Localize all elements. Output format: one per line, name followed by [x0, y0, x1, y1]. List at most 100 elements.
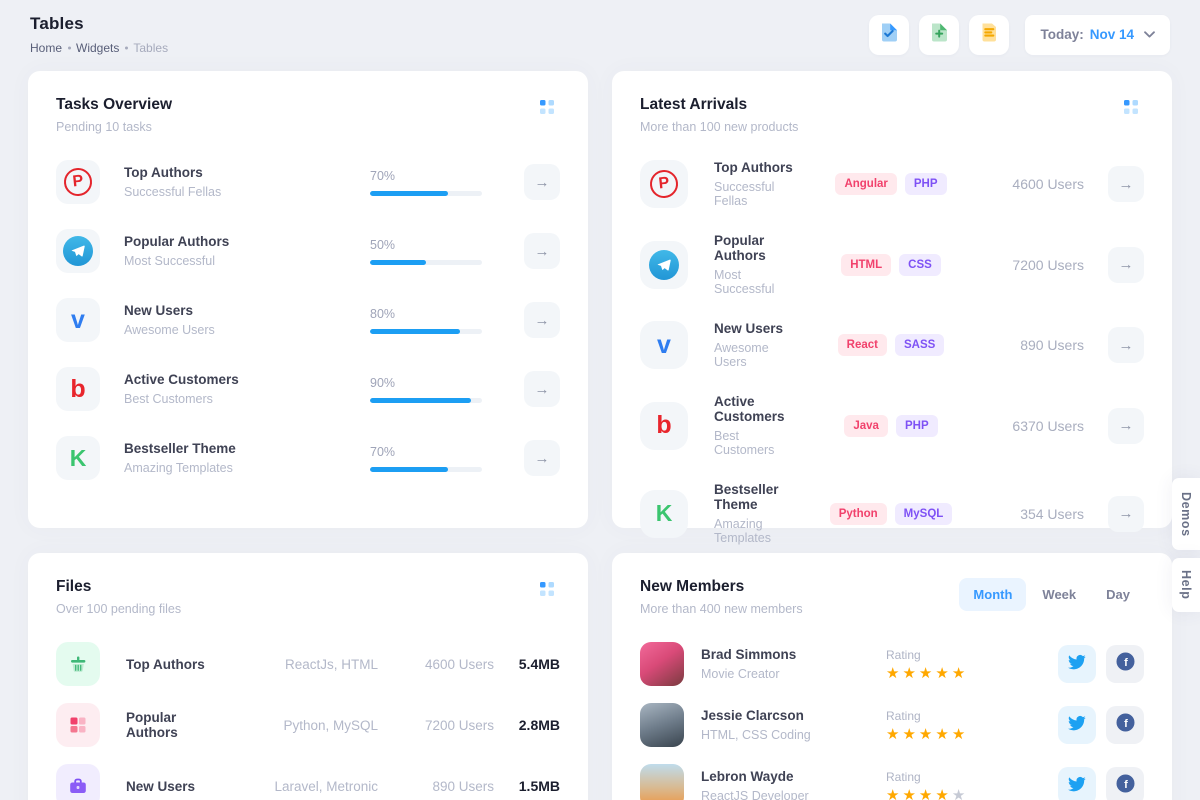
twitter-button[interactable] [1058, 767, 1096, 800]
arrow-right-icon: → [535, 312, 550, 329]
member-role: HTML, CSS Coding [701, 728, 886, 742]
basket-icon [56, 642, 100, 686]
file-title: Top Authors [126, 657, 218, 672]
date-dropdown[interactable]: Today: Nov 14 [1025, 15, 1170, 55]
tab-day[interactable]: Day [1092, 578, 1144, 611]
topbar: Tables Home Widgets Tables [28, 12, 1172, 71]
arrival-title: New Users [714, 321, 802, 336]
arrival-text: Popular Authors Most Successful [714, 233, 802, 296]
file-check-icon [878, 21, 900, 48]
member-name: Brad Simmons [701, 647, 886, 662]
task-text: Active Customers Best Customers [124, 372, 370, 406]
facebook-button[interactable]: f [1106, 706, 1144, 744]
avatar [640, 642, 684, 686]
progress-fill [370, 191, 448, 196]
task-row: b Active Customers Best Customers 90% → [56, 367, 560, 411]
arrival-row: K Bestseller Theme Amazing Templates Pyt… [640, 482, 1144, 545]
vimeo-icon: v [56, 298, 100, 342]
file-check-button[interactable] [869, 15, 909, 55]
arrival-arrow-button[interactable]: → [1108, 166, 1144, 202]
breadcrumb-widgets[interactable]: Widgets [76, 41, 119, 55]
svg-text:f: f [1124, 718, 1128, 730]
arrival-subtitle: Successful Fellas [714, 180, 802, 208]
task-progress: 50% [370, 238, 482, 265]
file-users: 7200 Users [378, 718, 494, 733]
arrow-right-icon: → [1119, 505, 1134, 522]
avatar [640, 764, 684, 800]
task-title: Popular Authors [124, 234, 370, 249]
arrival-arrow-button[interactable]: → [1108, 327, 1144, 363]
file-plus-button[interactable] [919, 15, 959, 55]
task-arrow-button[interactable]: → [524, 233, 560, 269]
twitter-button[interactable] [1058, 706, 1096, 744]
tab-week[interactable]: Week [1028, 578, 1090, 611]
arrival-text: Active Customers Best Customers [714, 394, 802, 457]
task-percent: 70% [370, 445, 482, 459]
member-text: Jessie Clarcson HTML, CSS Coding [701, 708, 886, 742]
task-arrow-button[interactable]: → [524, 440, 560, 476]
tasks-overview-title: Tasks Overview [56, 96, 172, 114]
arrival-users: 7200 Users [980, 257, 1084, 273]
latest-arrivals-card: Latest Arrivals More than 100 new produc… [612, 71, 1172, 528]
file-tech: Python, MySQL [218, 718, 378, 733]
task-title: Active Customers [124, 372, 370, 387]
task-arrow-button[interactable]: → [524, 302, 560, 338]
help-side-tab[interactable]: Help [1172, 558, 1200, 612]
twitter-icon [1068, 775, 1086, 798]
arrival-arrow-button[interactable]: → [1108, 247, 1144, 283]
files-heading: Files Over 100 pending files [56, 578, 181, 616]
progress-track [370, 329, 482, 334]
arrival-arrow-button[interactable]: → [1108, 408, 1144, 444]
dots-grid-icon [540, 100, 554, 119]
member-socials: f [1058, 767, 1144, 800]
arrival-users: 4600 Users [980, 176, 1084, 192]
files-title: Files [56, 578, 181, 596]
files-menu-button[interactable] [534, 578, 560, 604]
task-subtitle: Most Successful [124, 254, 370, 268]
producthunt-icon: P [640, 160, 688, 208]
svg-text:f: f [1124, 779, 1128, 791]
arrival-subtitle: Amazing Templates [714, 517, 802, 545]
arrival-arrow-button[interactable]: → [1108, 496, 1144, 532]
tag-badge: MySQL [895, 503, 953, 525]
arrow-right-icon: → [1119, 337, 1134, 354]
file-users: 4600 Users [378, 657, 494, 672]
task-subtitle: Best Customers [124, 392, 370, 406]
tab-month[interactable]: Month [959, 578, 1026, 611]
arrival-row: b Active Customers Best Customers Java P… [640, 394, 1144, 457]
file-tech: Laravel, Metronic [218, 779, 378, 794]
demos-side-tab[interactable]: Demos [1172, 478, 1200, 550]
task-arrow-button[interactable]: → [524, 371, 560, 407]
task-title: Top Authors [124, 165, 370, 180]
tasks-overview-subtitle: Pending 10 tasks [56, 120, 172, 134]
card-grid: Tasks Overview Pending 10 tasks P Top Au… [28, 71, 1172, 800]
member-role: Movie Creator [701, 667, 886, 681]
tasks-overview-menu-button[interactable] [534, 96, 560, 122]
dots-grid-icon [1124, 100, 1138, 119]
telegram-icon [56, 229, 100, 273]
latest-arrivals-heading: Latest Arrivals More than 100 new produc… [640, 96, 798, 134]
progress-fill [370, 398, 471, 403]
file-lines-button[interactable] [969, 15, 1009, 55]
twitter-button[interactable] [1058, 645, 1096, 683]
facebook-button[interactable]: f [1106, 767, 1144, 800]
member-text: Brad Simmons Movie Creator [701, 647, 886, 681]
arrow-right-icon: → [1119, 417, 1134, 434]
bebo-icon: b [640, 402, 688, 450]
today-value: Nov 14 [1090, 27, 1134, 42]
facebook-icon: f [1116, 774, 1135, 798]
task-arrow-button[interactable]: → [524, 164, 560, 200]
facebook-button[interactable]: f [1106, 645, 1144, 683]
member-rating: Rating ★★★★★ [886, 709, 1058, 742]
new-members-header: New Members More than 400 new members Mo… [640, 578, 1144, 616]
latest-arrivals-menu-button[interactable] [1118, 96, 1144, 122]
progress-track [370, 191, 482, 196]
tasks-overview-card: Tasks Overview Pending 10 tasks P Top Au… [28, 71, 588, 528]
files-header: Files Over 100 pending files [56, 578, 560, 616]
arrival-tags: Java PHP [802, 415, 980, 437]
file-plus-icon [928, 21, 950, 48]
task-percent: 70% [370, 169, 482, 183]
breadcrumb-home[interactable]: Home [30, 41, 62, 55]
arrival-tags: Python MySQL [802, 503, 980, 525]
member-socials: f [1058, 645, 1144, 683]
